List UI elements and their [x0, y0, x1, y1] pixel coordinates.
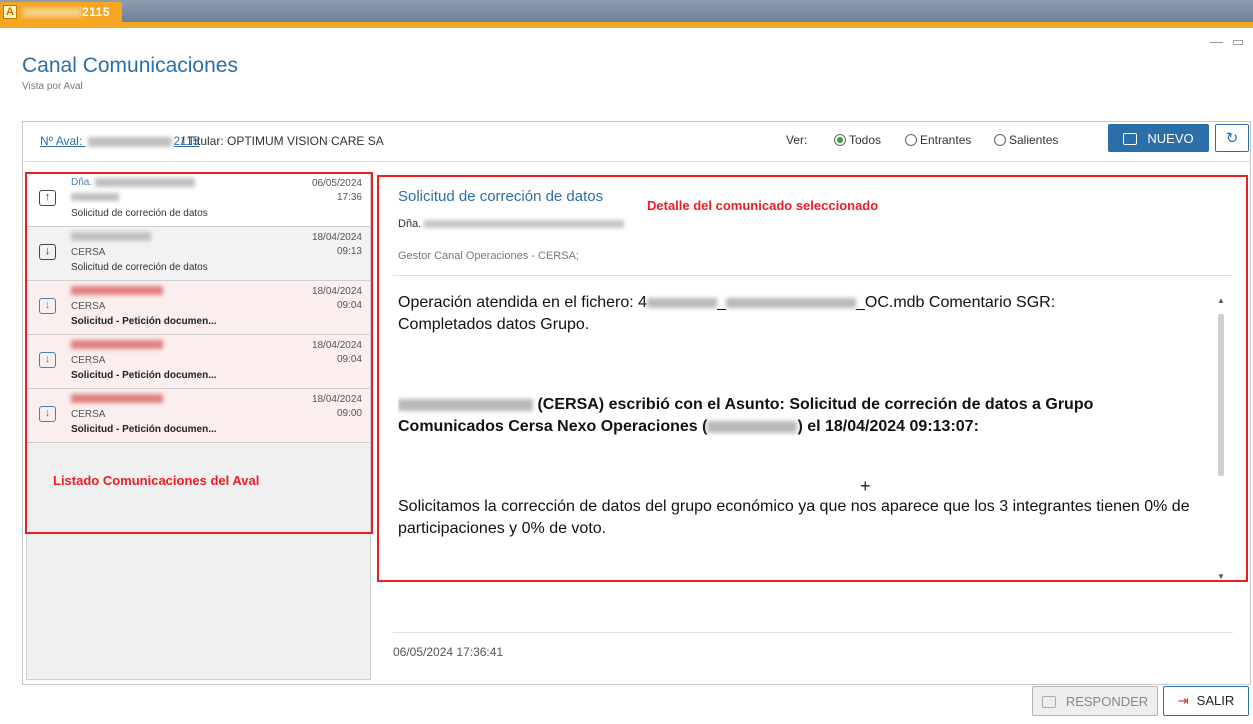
window-accent-bar	[0, 22, 1253, 28]
exit-icon: ⇥	[1177, 693, 1189, 708]
message-datetime: 06/05/2024 17:36:41	[393, 645, 504, 659]
detail-annotation-box	[377, 175, 1248, 582]
radio-circle	[834, 134, 846, 146]
maximize-button[interactable]: ▭	[1229, 34, 1247, 50]
salir-button[interactable]: ⇥ SALIR	[1163, 686, 1249, 716]
nuevo-button[interactable]: NUEVO	[1108, 124, 1209, 152]
minimize-button[interactable]: —	[1207, 34, 1225, 49]
radio-circle	[994, 134, 1006, 146]
footer-divider	[393, 632, 1233, 633]
reply-icon	[1041, 695, 1056, 708]
titular-label: / Titular: OPTIMUM VISION CARE SA	[181, 134, 384, 148]
crosshair-cursor-icon: +	[860, 476, 871, 496]
filter-radio-salientes[interactable]: Salientes	[994, 133, 1058, 147]
page-title: Canal Comunicaciones	[22, 54, 238, 77]
filter-radio-entrantes[interactable]: Entrantes	[905, 133, 971, 147]
detail-annotation-label: Detalle del comunicado seleccionado	[647, 198, 879, 213]
window-titlebar: A 2115	[0, 0, 1253, 22]
ver-label: Ver:	[786, 133, 808, 147]
refresh-icon: ↻	[1225, 130, 1239, 147]
window-controls: — ▭	[1207, 34, 1247, 50]
new-message-icon	[1123, 132, 1138, 145]
aval-header: Nº Aval: 2115 / Titular: OPTIMUM VISION …	[23, 122, 1250, 162]
window-tab[interactable]: A 2115	[0, 2, 122, 22]
filter-radio-todos[interactable]: Todos	[834, 133, 881, 147]
list-annotation-label: Listado Comunicaciones del Aval	[53, 473, 260, 488]
app-icon: A	[3, 5, 17, 19]
responder-button[interactable]: RESPONDER	[1032, 686, 1158, 716]
window-tab-title: 2115	[22, 5, 110, 19]
aval-link[interactable]: Nº Aval: 2115	[40, 134, 199, 148]
page-subtitle: Vista por Aval	[22, 81, 83, 92]
refresh-button[interactable]: ↻	[1215, 124, 1249, 152]
radio-circle	[905, 134, 917, 146]
